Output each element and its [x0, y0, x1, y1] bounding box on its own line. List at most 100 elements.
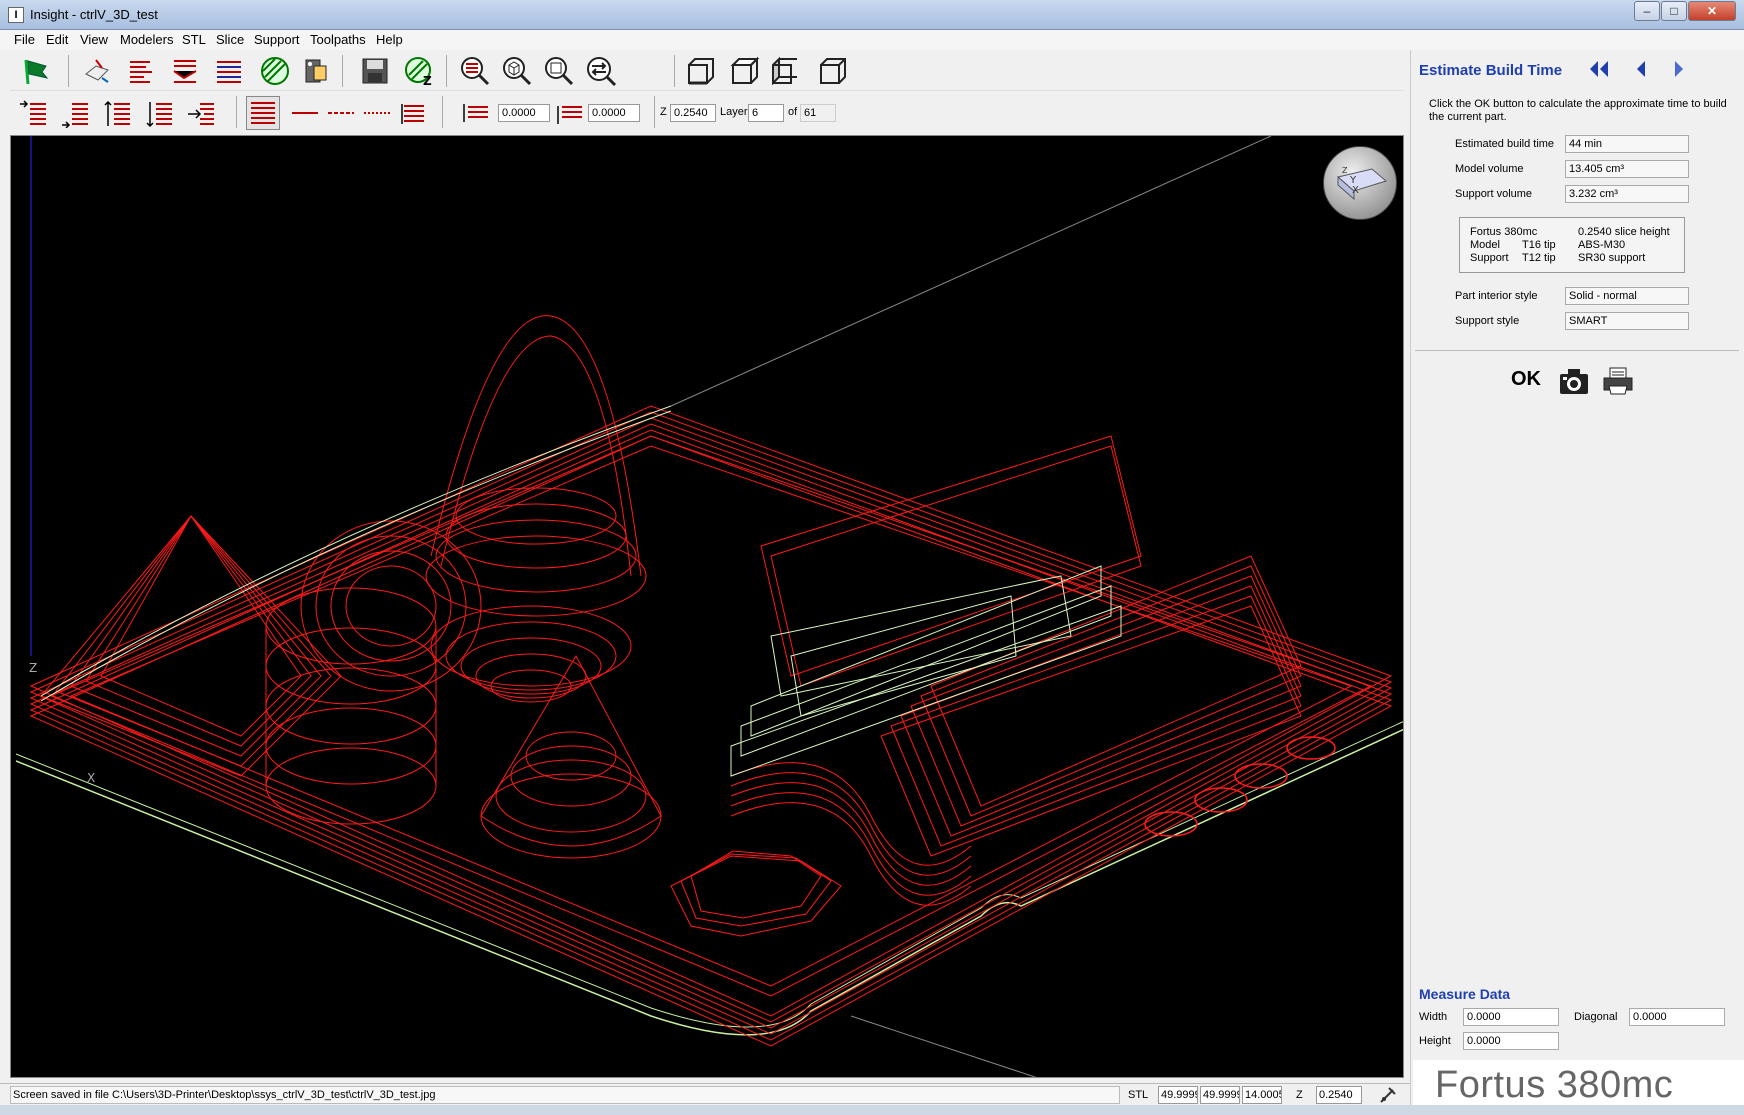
support-icon[interactable] — [168, 54, 202, 88]
hatch-z-icon[interactable]: Z — [402, 54, 436, 88]
orient-icon[interactable] — [80, 54, 114, 88]
offset-down-icon[interactable] — [554, 96, 584, 130]
layer-label: Layer — [720, 106, 748, 118]
printer-icon[interactable] — [1601, 364, 1635, 401]
svg-text:Z: Z — [423, 74, 432, 87]
toolbar-separator — [442, 96, 443, 128]
first-page-icon[interactable] — [1587, 58, 1611, 83]
maximize-button[interactable]: □ — [1661, 1, 1687, 21]
layer-field[interactable]: 6 — [748, 104, 784, 122]
z-height-field[interactable]: 0.2540 — [670, 104, 716, 122]
diagonal-label: Diagonal — [1574, 1011, 1618, 1023]
layer-top-icon[interactable] — [16, 96, 50, 130]
panel-instruction: Click the OK button to calculate the app… — [1429, 98, 1727, 123]
toolpath-render: Z X — [15, 136, 1403, 1077]
status-z-field: 0.2540 — [1316, 1086, 1362, 1104]
3d-viewport[interactable]: Z X Y X Z — [10, 135, 1404, 1078]
view-top-icon[interactable] — [728, 54, 762, 88]
menu-file[interactable]: File — [14, 32, 35, 47]
model-label: Model — [1470, 239, 1500, 251]
stl-label: STL — [1128, 1089, 1149, 1101]
layer-total: 61 — [800, 104, 836, 122]
all-lines-icon[interactable] — [246, 96, 280, 130]
panel-title: Estimate Build Time — [1419, 62, 1563, 79]
zoom-cube-icon[interactable] — [500, 54, 534, 88]
guide-line — [670, 136, 1272, 407]
machine-name: Fortus 380mc — [1470, 226, 1538, 238]
toolpaths-icon[interactable] — [212, 54, 246, 88]
offset-field-1[interactable]: 0.0000 — [498, 104, 550, 122]
width-label: Width — [1419, 1011, 1448, 1023]
dotted-line-icon[interactable] — [360, 96, 394, 130]
right-panel: Estimate Build Time Click the OK button … — [1410, 50, 1744, 1106]
layer-toolbar: 0.0000 0.0000 Z 0.2540 Layer 6 of 61 — [10, 94, 1404, 132]
support-material: SR30 support — [1578, 252, 1646, 264]
zoom-lines-icon[interactable] — [458, 54, 492, 88]
previous-page-icon[interactable] — [1631, 58, 1651, 83]
menu-modelers[interactable]: Modelers — [120, 32, 173, 47]
dashed-line-icon[interactable] — [324, 96, 358, 130]
layer-up-icon[interactable] — [100, 96, 134, 130]
menu-edit[interactable]: Edit — [46, 32, 68, 47]
toolbar-separator — [236, 96, 237, 128]
offset-up-icon[interactable] — [460, 96, 490, 130]
menu-slice[interactable]: Slice — [216, 32, 244, 47]
support-outline — [15, 721, 1403, 1028]
layer-bottom-icon[interactable] — [58, 96, 92, 130]
view-iso-icon[interactable] — [816, 54, 850, 88]
camera-icon[interactable] — [1557, 364, 1591, 401]
window-bottom-border — [0, 1105, 1744, 1115]
pyramid-toolpaths — [40, 515, 342, 777]
interior-style-label: Part interior style — [1455, 290, 1538, 302]
close-button[interactable]: ✕ — [1688, 1, 1736, 21]
minimize-button[interactable]: – — [1634, 1, 1660, 21]
bowl-toolpaths — [430, 605, 632, 703]
view-side-icon[interactable] — [768, 54, 802, 88]
of-label: of — [788, 106, 798, 118]
window-title: Insight - ctrlV_3D_test — [30, 7, 158, 22]
solid-line-icon[interactable] — [288, 96, 322, 130]
model-material: ABS-M30 — [1578, 239, 1626, 251]
zoom-swap-icon[interactable] — [584, 54, 618, 88]
menu-view[interactable]: View — [80, 32, 108, 47]
menu-help[interactable]: Help — [376, 32, 403, 47]
machine-info-box: Fortus 380mc 0.2540 slice height Model T… — [1459, 217, 1685, 273]
toolbar-separator — [68, 55, 69, 87]
height-label: Height — [1419, 1035, 1451, 1047]
slice-height: 0.2540 slice height — [1578, 226, 1670, 238]
menu-bar: File Edit View Modelers STL Slice Suppor… — [0, 30, 1744, 50]
brand-logo: Fortus 380mc — [1435, 1064, 1674, 1106]
z-axis-label: Z — [29, 661, 37, 675]
support-tip: T12 tip — [1522, 252, 1556, 264]
support-label: Support — [1470, 252, 1509, 264]
interior-style-value: Solid - normal — [1565, 287, 1689, 305]
flag-icon[interactable] — [18, 54, 52, 88]
menu-toolpaths[interactable]: Toolpaths — [310, 32, 366, 47]
hatch-circle-icon[interactable] — [258, 54, 292, 88]
layer-down-icon[interactable] — [142, 96, 176, 130]
nav-cube-z: Z — [1342, 166, 1348, 175]
toolbar-separator — [654, 96, 655, 128]
offset-field-2[interactable]: 0.0000 — [588, 104, 640, 122]
view-front-icon[interactable] — [684, 54, 718, 88]
toolbar-separator — [342, 55, 343, 87]
model-tip: T16 tip — [1522, 239, 1556, 251]
toolbar-separator — [674, 55, 675, 87]
zoom-fit-icon[interactable] — [542, 54, 576, 88]
height-field[interactable]: 0.0000 — [1463, 1032, 1559, 1050]
guide-line — [850, 1015, 1037, 1077]
save-icon[interactable] — [358, 54, 392, 88]
slice-icon[interactable] — [124, 54, 158, 88]
next-page-icon[interactable] — [1669, 58, 1689, 83]
diagonal-field[interactable]: 0.0000 — [1629, 1008, 1725, 1026]
width-field[interactable]: 0.0000 — [1463, 1008, 1559, 1026]
model-volume-label: Model volume — [1455, 163, 1524, 175]
build-device-icon[interactable] — [298, 54, 332, 88]
model-volume-value: 13.405 cm³ — [1565, 160, 1689, 178]
bracket-lines-icon[interactable] — [396, 96, 430, 130]
menu-stl[interactable]: STL — [182, 32, 206, 47]
menu-support[interactable]: Support — [254, 32, 300, 47]
navigation-cube[interactable]: Y X Z — [1323, 146, 1397, 220]
layer-goto-icon[interactable] — [184, 96, 218, 130]
ok-button[interactable]: OK — [1511, 368, 1541, 391]
